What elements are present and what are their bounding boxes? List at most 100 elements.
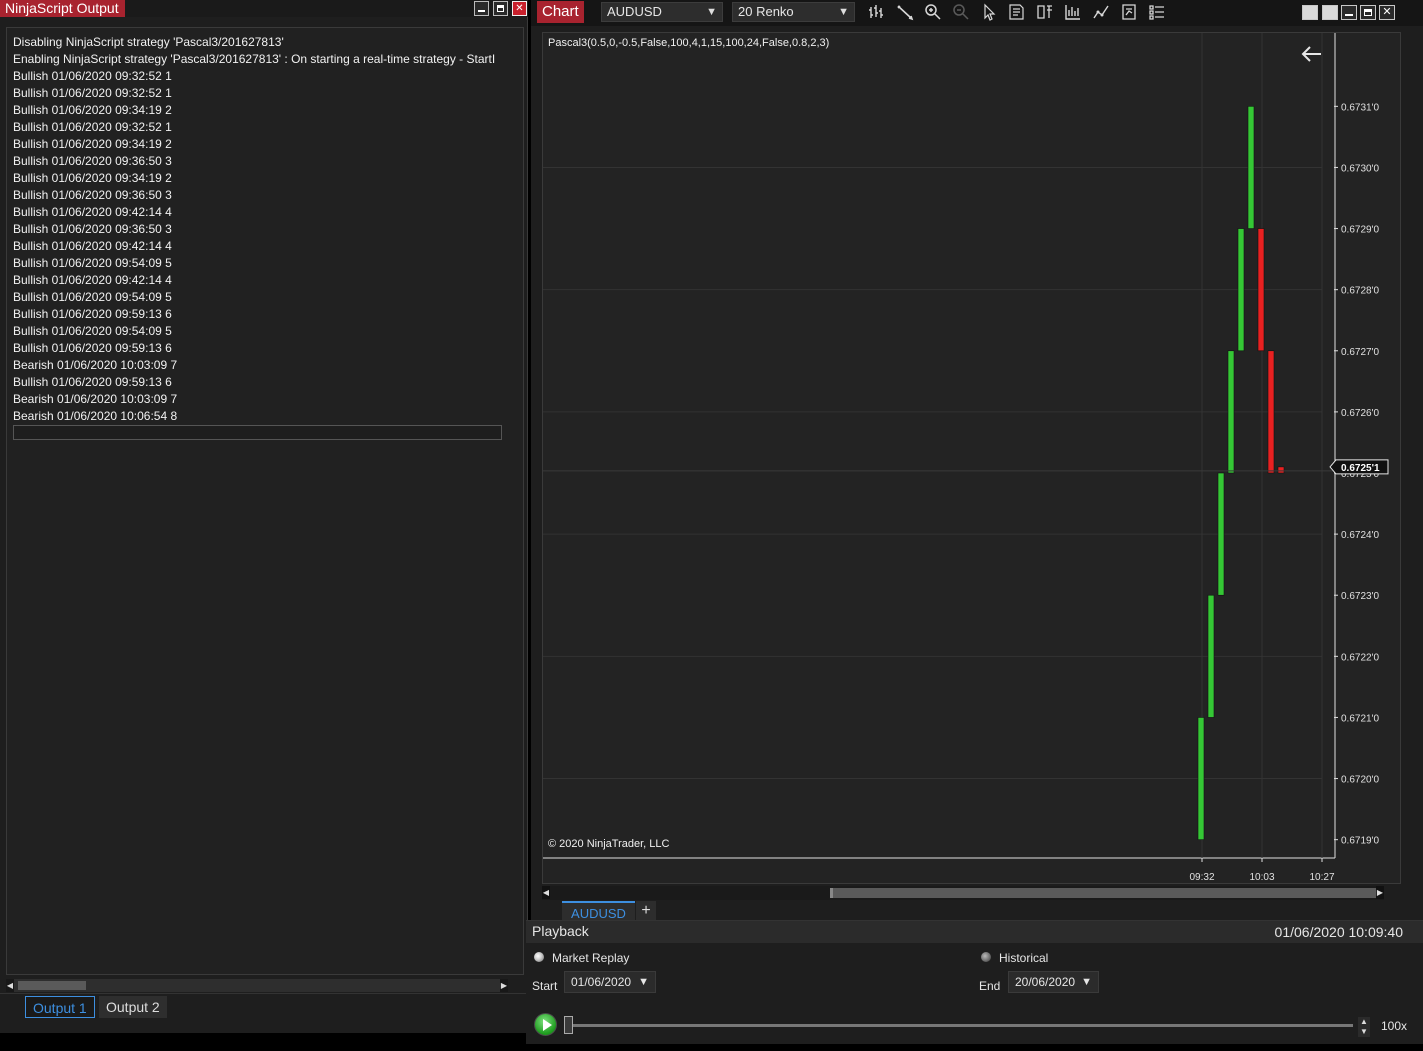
templates-icon[interactable] [1147, 3, 1167, 21]
start-label: Start [532, 979, 558, 993]
y-tick-label: 0.6728'0 [1341, 286, 1379, 297]
playback-current-time: 01/06/2020 10:09:40 [1274, 924, 1403, 940]
chart-horizontal-scrollbar[interactable]: ◀ ▶ [542, 886, 1384, 900]
tile-left-button[interactable] [1302, 5, 1318, 20]
output-log-line: Bearish 01/06/2020 10:06:54 8 [13, 409, 178, 423]
zoom-out-icon[interactable] [951, 3, 971, 21]
output-log-line: Bearish 01/06/2020 10:03:09 7 [13, 358, 178, 372]
output-titlebar[interactable]: NinjaScript Output ✕ [0, 0, 528, 17]
output-tab-strip: Output 1 Output 2 [0, 993, 528, 1019]
chart-panel[interactable]: 0.6731'0 0.6730'0 0.6729'0 0.6728'0 0.6727'0… [542, 32, 1401, 884]
start-date-picker[interactable]: 01/06/2020 ▼ [564, 971, 656, 993]
chevron-down-icon: ▼ [706, 6, 717, 18]
renko-brick-up [1197, 717, 1205, 840]
renko-brick-up [1247, 106, 1255, 229]
instrument-value: AUDUSD [607, 4, 662, 19]
end-date-picker[interactable]: 20/06/2020 ▼ [1008, 971, 1099, 993]
y-tick-label: 0.6722'0 [1341, 652, 1379, 663]
x-tick-label: 10:03 [1249, 872, 1274, 883]
y-tick-label: 0.6727'0 [1341, 347, 1379, 358]
maximize-button[interactable] [493, 1, 508, 16]
back-arrow-icon[interactable] [1300, 43, 1324, 65]
strategies-icon[interactable] [1091, 3, 1111, 21]
chevron-down-icon: ▼ [838, 6, 849, 18]
output-log-line: Bullish 01/06/2020 09:42:14 4 [13, 205, 172, 219]
market-replay-radio[interactable] [534, 952, 544, 962]
y-tick-label: 0.6719'0 [1341, 836, 1379, 847]
y-tick-label: 0.6721'0 [1341, 713, 1379, 724]
indicators-icon[interactable] [1063, 3, 1083, 21]
output-log-line: Bullish 01/06/2020 09:32:52 1 [13, 120, 172, 134]
y-tick-label: 0.6729'0 [1341, 225, 1379, 236]
minimize-button[interactable] [474, 1, 489, 16]
chart-scroll-thumb[interactable] [830, 888, 1382, 898]
market-replay-label[interactable]: Market Replay [552, 951, 629, 965]
output-log-line: Bullish 01/06/2020 09:36:50 3 [13, 188, 172, 202]
scroll-right-icon[interactable]: ▶ [1376, 886, 1384, 899]
tile-right-button[interactable] [1322, 5, 1338, 20]
close-button[interactable]: ✕ [512, 1, 527, 16]
price-chart[interactable]: 0.6731'0 0.6730'0 0.6729'0 0.6728'0 0.6727'0… [543, 33, 1402, 885]
output-log-line: Bullish 01/06/2020 09:59:13 6 [13, 341, 172, 355]
playback-title: Playback [532, 923, 589, 939]
end-date-value: 20/06/2020 [1015, 975, 1076, 989]
bar-type-icon[interactable] [867, 3, 887, 21]
y-tick-label: 0.6720'0 [1341, 775, 1379, 786]
output-log-line: Bullish 01/06/2020 09:59:13 6 [13, 375, 172, 389]
zoom-in-icon[interactable] [923, 3, 943, 21]
output-active-line[interactable] [13, 425, 502, 440]
output-log-line: Enabling NinjaScript strategy 'Pascal3/2… [13, 52, 496, 66]
minimize-button[interactable] [1341, 5, 1357, 20]
historical-label[interactable]: Historical [999, 951, 1048, 965]
output-log-line: Bullish 01/06/2020 09:42:14 4 [13, 273, 172, 287]
output-footer [42, 1025, 528, 1033]
playback-speed: 100x [1381, 1019, 1408, 1033]
copyright-label: © 2020 NinjaTrader, LLC [548, 838, 670, 850]
scroll-right-icon[interactable]: ▶ [500, 979, 508, 992]
output-log-line: Bullish 01/06/2020 09:34:19 2 [13, 137, 172, 151]
playback-panel: Playback 01/06/2020 10:09:40 Market Repl… [526, 920, 1423, 1044]
output-scroll-thumb[interactable] [18, 981, 86, 990]
properties-icon[interactable] [1035, 3, 1055, 21]
chevron-down-icon: ▼ [1081, 976, 1092, 988]
output-log-line: Bullish 01/06/2020 09:36:50 3 [13, 154, 172, 168]
output-log-line: Bullish 01/06/2020 09:36:50 3 [13, 222, 172, 236]
chart-trader-icon[interactable] [1119, 3, 1139, 21]
play-button[interactable] [534, 1013, 557, 1036]
chart-window: Chart AUDUSD ▼ 20 Renko ▼ ✕ 0.6731'0 0.67… [531, 0, 1423, 921]
scroll-left-icon[interactable]: ◀ [542, 886, 550, 899]
pointer-icon[interactable] [979, 3, 999, 21]
tab-output-2[interactable]: Output 2 [99, 996, 167, 1018]
scroll-left-icon[interactable]: ◀ [6, 979, 14, 992]
renko-brick-up [1237, 228, 1245, 352]
chevron-down-icon: ▼ [638, 976, 649, 988]
output-log-line: Disabling NinjaScript strategy 'Pascal3/… [13, 35, 284, 49]
tab-output-1[interactable]: Output 1 [25, 996, 95, 1018]
drawing-tools-icon[interactable] [895, 3, 915, 21]
add-tab-button[interactable]: + [636, 901, 656, 920]
play-icon [543, 1019, 552, 1031]
renko-brick-up [1227, 350, 1235, 474]
output-log-line: Bullish 01/06/2020 09:54:09 5 [13, 256, 172, 270]
output-horizontal-scrollbar[interactable]: ◀ ▶ [6, 979, 508, 992]
data-box-icon[interactable] [1007, 3, 1027, 21]
ninjascript-output-window: NinjaScript Output ✕ Disabling NinjaScri… [0, 0, 528, 1033]
y-tick-label: 0.6724'0 [1341, 530, 1379, 541]
historical-radio[interactable] [981, 952, 991, 962]
maximize-button[interactable] [1360, 5, 1376, 20]
tab-audusd[interactable]: AUDUSD [562, 901, 635, 921]
speed-spinner[interactable]: ▲ ▼ [1358, 1017, 1370, 1037]
close-button[interactable]: ✕ [1379, 5, 1395, 20]
playback-progress-track[interactable] [568, 1024, 1353, 1027]
maximize-icon [1364, 9, 1372, 16]
bar-type-selector[interactable]: 20 Renko ▼ [732, 2, 855, 22]
start-date-value: 01/06/2020 [571, 975, 632, 989]
output-log[interactable]: Disabling NinjaScript strategy 'Pascal3/… [6, 27, 524, 975]
output-log-line: Bullish 01/06/2020 09:32:52 1 [13, 86, 172, 100]
renko-brick-up [1207, 594, 1215, 718]
instrument-selector[interactable]: AUDUSD ▼ [601, 2, 723, 22]
renko-brick-up [1217, 472, 1225, 596]
playback-progress-thumb[interactable] [564, 1016, 573, 1034]
chart-window-title: Chart [537, 1, 584, 23]
playback-header: Playback 01/06/2020 10:09:40 [526, 921, 1423, 943]
